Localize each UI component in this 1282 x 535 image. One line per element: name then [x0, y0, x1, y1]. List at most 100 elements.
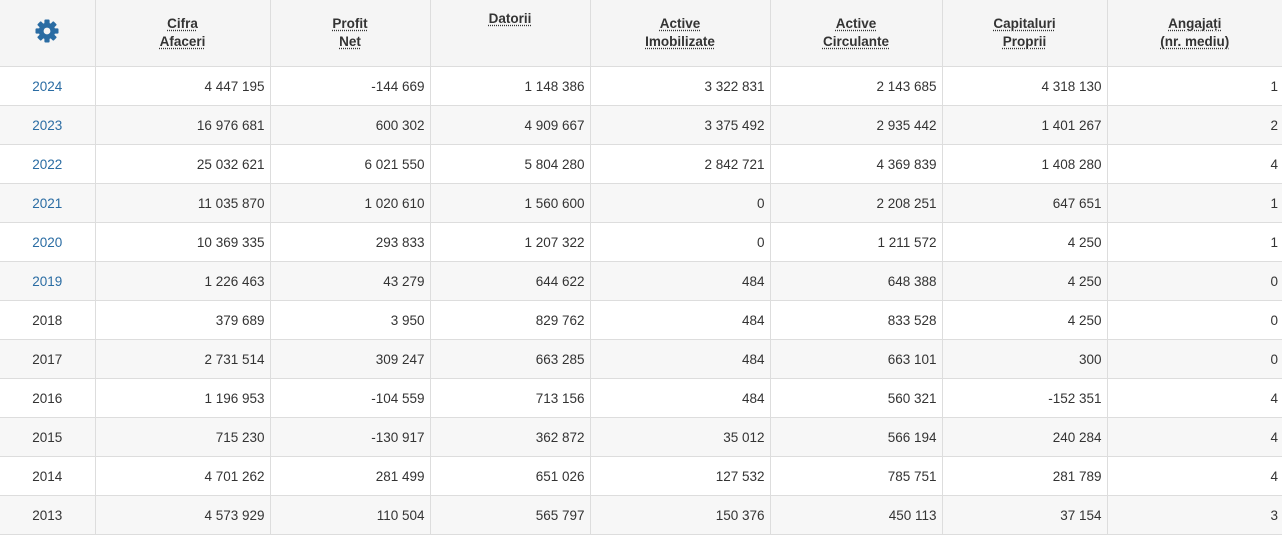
cifra-afaceri-cell: 4 573 929: [95, 495, 271, 535]
active-circulante-cell: 2 143 685: [770, 66, 943, 106]
datorii-cell: 644 622: [430, 261, 591, 301]
column-header-capitaluri-proprii[interactable]: Capitaluri Proprii: [942, 0, 1108, 67]
profit-net-cell: -104 559: [270, 378, 431, 418]
active-circulante-cell: 663 101: [770, 339, 943, 379]
year-link[interactable]: 2022: [32, 157, 62, 172]
profit-net-cell: 1 020 610: [270, 183, 431, 223]
capitaluri-proprii-cell: 647 651: [942, 183, 1108, 223]
header-line1: Datorii: [488, 11, 532, 26]
header-line1: Angajați: [1168, 16, 1222, 31]
table-row: 2017 2 731 514 309 247 663 285 484 663 101 300…: [0, 339, 1282, 379]
gear-icon[interactable]: [35, 19, 59, 43]
active-imobilizate-cell: 484: [590, 339, 771, 379]
active-imobilizate-cell: 484: [590, 378, 771, 418]
angajati-cell: 4: [1107, 378, 1282, 418]
column-header-active-circulante[interactable]: Active Circulante: [770, 0, 943, 67]
cifra-afaceri-cell: 25 032 621: [95, 144, 271, 184]
angajati-cell: 4: [1107, 144, 1282, 184]
cifra-afaceri-cell: 2 731 514: [95, 339, 271, 379]
table-row: 2023 16 976 681 600 302 4 909 667 3 375 492 2…: [0, 105, 1282, 145]
active-circulante-cell: 648 388: [770, 261, 943, 301]
year-label: 2015: [32, 429, 63, 445]
year-link[interactable]: 2019: [32, 274, 62, 289]
profit-net-cell: -130 917: [270, 417, 431, 457]
active-circulante-cell: 4 369 839: [770, 144, 943, 184]
datorii-cell: 1 560 600: [430, 183, 591, 223]
active-circulante-cell: 2 935 442: [770, 105, 943, 145]
header-line2: Imobilizate: [645, 34, 715, 49]
year-link[interactable]: 2023: [32, 118, 62, 133]
table-row: 2013 4 573 929 110 504 565 797 150 376 450 11…: [0, 495, 1282, 535]
year-cell: 2021: [0, 183, 96, 223]
header-row: Cifra Afaceri Profit Net Datorii Active Imo…: [0, 0, 1282, 67]
datorii-cell: 713 156: [430, 378, 591, 418]
table-body: 2024 4 447 195 -144 669 1 148 386 3 322 831 2…: [0, 66, 1282, 535]
cifra-afaceri-cell: 4 447 195: [95, 66, 271, 106]
cifra-afaceri-cell: 16 976 681: [95, 105, 271, 145]
year-label: 2016: [32, 390, 63, 406]
cifra-afaceri-cell: 379 689: [95, 300, 271, 340]
active-circulante-cell: 1 211 572: [770, 222, 943, 262]
cifra-afaceri-cell: 11 035 870: [95, 183, 271, 223]
active-circulante-cell: 566 194: [770, 417, 943, 457]
table-row: 2022 25 032 621 6 021 550 5 804 280 2 842 72…: [0, 144, 1282, 184]
active-imobilizate-cell: 0: [590, 183, 771, 223]
profit-net-cell: 6 021 550: [270, 144, 431, 184]
active-circulante-cell: 450 113: [770, 495, 943, 535]
header-line1: Capitaluri: [993, 16, 1056, 31]
active-imobilizate-cell: 150 376: [590, 495, 771, 535]
active-circulante-cell: 785 751: [770, 456, 943, 496]
capitaluri-proprii-cell: 37 154: [942, 495, 1108, 535]
year-cell: 2023: [0, 105, 96, 145]
datorii-cell: 651 026: [430, 456, 591, 496]
header-line1: Active: [835, 16, 877, 31]
column-header-datorii[interactable]: Datorii: [430, 0, 591, 67]
profit-net-cell: -144 669: [270, 66, 431, 106]
angajati-cell: 4: [1107, 456, 1282, 496]
table-header: Cifra Afaceri Profit Net Datorii Active Imo…: [0, 0, 1282, 67]
table-row: 2021 11 035 870 1 020 610 1 560 600 0 2 208 2…: [0, 183, 1282, 223]
capitaluri-proprii-cell: 300: [942, 339, 1108, 379]
table-row: 2024 4 447 195 -144 669 1 148 386 3 322 831 2…: [0, 66, 1282, 106]
year-cell: 2014: [0, 456, 96, 496]
year-link[interactable]: 2024: [32, 79, 62, 94]
column-header-active-imobilizate[interactable]: Active Imobilizate: [590, 0, 771, 67]
column-header-profit-net[interactable]: Profit Net: [270, 0, 431, 67]
profit-net-cell: 309 247: [270, 339, 431, 379]
year-cell: 2018: [0, 300, 96, 340]
profit-net-cell: 293 833: [270, 222, 431, 262]
profit-net-cell: 110 504: [270, 495, 431, 535]
capitaluri-proprii-cell: 4 250: [942, 300, 1108, 340]
header-line2: (nr. mediu): [1160, 34, 1230, 49]
capitaluri-proprii-cell: 4 318 130: [942, 66, 1108, 106]
active-imobilizate-cell: 35 012: [590, 417, 771, 457]
header-line1: Cifra: [167, 16, 198, 31]
capitaluri-proprii-cell: 281 789: [942, 456, 1108, 496]
year-cell: 2020: [0, 222, 96, 262]
capitaluri-proprii-cell: 1 408 280: [942, 144, 1108, 184]
column-header-cifra-afaceri[interactable]: Cifra Afaceri: [95, 0, 271, 67]
datorii-cell: 362 872: [430, 417, 591, 457]
capitaluri-proprii-cell: -152 351: [942, 378, 1108, 418]
active-imobilizate-cell: 484: [590, 261, 771, 301]
header-line1: Profit: [332, 16, 368, 31]
year-link[interactable]: 2020: [32, 235, 62, 250]
year-link[interactable]: 2021: [32, 196, 62, 211]
column-header-angajati[interactable]: Angajați (nr. mediu): [1107, 0, 1282, 67]
cifra-afaceri-cell: 1 226 463: [95, 261, 271, 301]
angajati-cell: 3: [1107, 495, 1282, 535]
header-line2: Net: [339, 34, 361, 49]
header-line2: Afaceri: [159, 34, 206, 49]
profit-net-cell: 43 279: [270, 261, 431, 301]
datorii-cell: 663 285: [430, 339, 591, 379]
year-cell: 2017: [0, 339, 96, 379]
year-label: 2014: [32, 468, 63, 484]
active-circulante-cell: 2 208 251: [770, 183, 943, 223]
angajati-cell: 2: [1107, 105, 1282, 145]
datorii-cell: 5 804 280: [430, 144, 591, 184]
angajati-cell: 1: [1107, 183, 1282, 223]
datorii-cell: 829 762: [430, 300, 591, 340]
active-imobilizate-cell: 3 375 492: [590, 105, 771, 145]
profit-net-cell: 281 499: [270, 456, 431, 496]
year-cell: 2016: [0, 378, 96, 418]
